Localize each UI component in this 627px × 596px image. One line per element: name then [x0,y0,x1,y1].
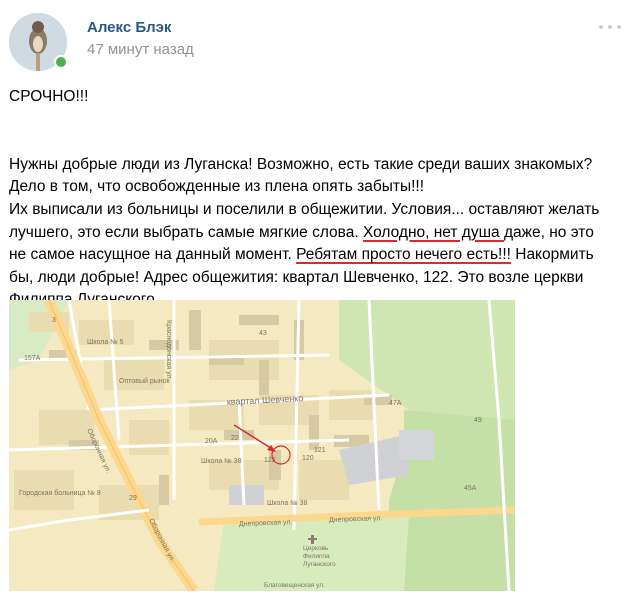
text-line: Их выписали из больницы и поселили в общ… [9,200,600,218]
map-label-church-line2: Филиппа [303,553,330,560]
text-line: не самое насущное на данный момент. Ребя… [9,244,621,267]
map-label-47a: 47А [389,400,402,407]
map-label-49: 49 [474,417,482,424]
map-label-hospital: Городская больница № 8 [19,489,101,497]
map-label-43: 43 [259,330,267,337]
map-label-church-line1: Церковь [303,545,329,552]
map-label-121: 121 [314,447,326,454]
dot-icon [617,25,621,29]
map-label-street-vertical: Краснодонская ул. [165,320,172,381]
text-line: бы, люди добрые! Адрес общежития: кварта… [9,268,584,286]
text-line: Дело в том, что освобожденные из плена о… [9,178,425,196]
map-label-school5: Школа № 5 [87,339,124,346]
map-label-20a: 20А [205,438,218,445]
map-image[interactable]: Школа № 5 Оптовый рынок квартал Шевченко… [9,300,515,591]
map-label-157a: 157А [24,355,41,362]
map-label-school38b: Школа № 38 [267,500,308,507]
map-label-blagovesh: Благовещенская ул. [264,582,325,589]
post-text: СРОЧНО!!! Нужны добрые люди из Луганска!… [9,86,621,312]
map-label-22: 22 [231,435,239,442]
author-name[interactable]: Алекс Блэк [87,19,171,36]
text-line: Нужны добрые люди из Луганска! Возможно,… [9,155,593,173]
industrial-building [399,430,434,460]
map-label-school38a: Школа № 38 [201,458,242,465]
text-span: даже, но это [503,223,594,241]
map-graphic: Школа № 5 Оптовый рынок квартал Шевченко… [9,300,515,591]
industrial-building [229,485,264,505]
highlighted-text: Ребятам просто нечего есть!!! [296,246,511,264]
dot-icon [599,25,603,29]
urgent-line: СРОЧНО!!! [9,88,89,105]
dot-icon [608,25,612,29]
post: Алекс Блэк 47 минут назад СРОЧНО!!! Нужн… [0,0,627,596]
text-span: не самое насущное на данный момент. [9,246,297,264]
map-label-29: 29 [129,495,137,502]
post-timestamp[interactable]: 47 минут назад [87,41,194,58]
map-label-120: 120 [302,455,314,462]
text-line: лучшего, это если выбрать самые мягкие с… [9,222,621,245]
text-span: Накормить [510,246,594,264]
more-options-icon[interactable] [599,20,621,34]
text-span: лучшего, это если выбрать самые мягкие с… [9,223,363,241]
map-label-45a: 45А [464,485,477,492]
map-label-market: Оптовый рынок [119,377,171,385]
online-status-indicator [54,55,68,69]
map-label-3: 3 [52,317,56,324]
highlighted-text: Холодно, нет душа [362,223,504,241]
map-label-church-line3: Луганского [303,561,336,568]
